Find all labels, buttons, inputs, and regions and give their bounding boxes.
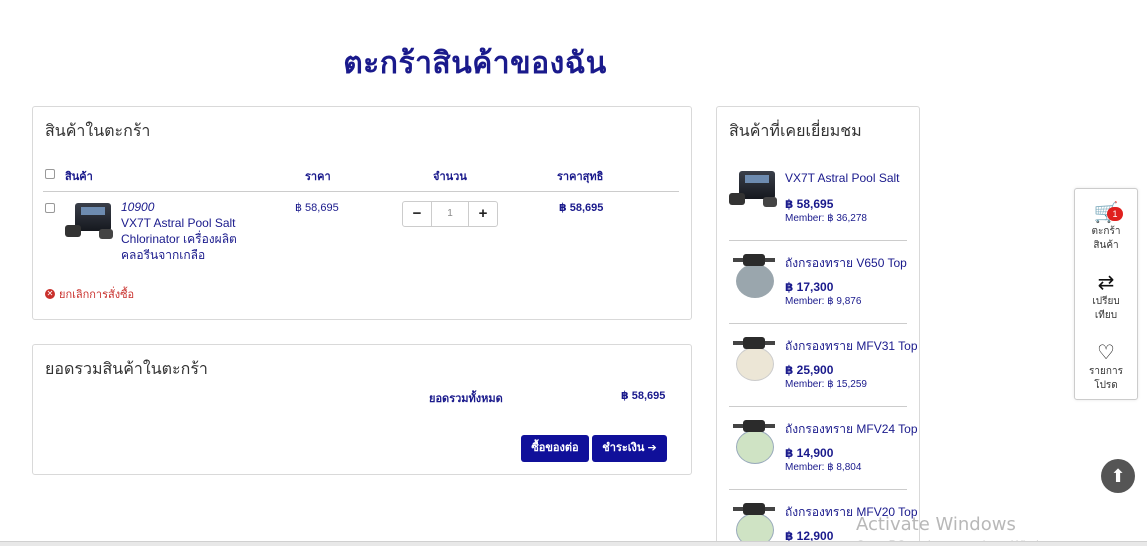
total-label: ยอดรวมทั้งหมด [429, 393, 503, 405]
cart-label-line2: สินค้า [1093, 240, 1119, 251]
recent-product-price: ฿ 25,900 [785, 363, 834, 377]
wishlist-label-line1: รายการ [1089, 366, 1123, 377]
product-code[interactable]: 10900 [121, 200, 154, 214]
recent-member-price: Member: ฿ 36,278 [785, 213, 867, 224]
product-price: ฿ 58,695 [295, 202, 339, 214]
bottom-scrollbar[interactable] [0, 541, 1147, 546]
column-price: ราคา [305, 170, 331, 183]
recent-product-name[interactable]: ถังกรองทราย MFV31 Top [785, 337, 918, 356]
compare-label-line2: เทียบ [1094, 310, 1118, 321]
header-divider [43, 191, 679, 192]
product-thumbnail[interactable] [729, 169, 777, 207]
recent-product-name[interactable]: VX7T Astral Pool Salt [785, 171, 900, 185]
product-thumbnail[interactable] [733, 333, 775, 381]
column-product: สินค้า [65, 170, 93, 183]
recent-product-name[interactable]: ถังกรองทราย V650 Top [785, 254, 907, 273]
product-thumbnail[interactable] [65, 201, 113, 239]
quantity-input[interactable]: 1 [431, 202, 469, 226]
product-thumbnail[interactable] [733, 416, 775, 464]
toolbar-wishlist[interactable]: ♡ รายการ โปรด [1075, 341, 1137, 393]
item-checkbox[interactable] [45, 203, 55, 213]
recent-product-price: ฿ 17,300 [785, 280, 834, 294]
cart-icon: 🛒 [1093, 202, 1119, 224]
toolbar-cart[interactable]: 🛒 1 ตะกร้า สินค้า [1075, 201, 1137, 253]
recently-viewed-panel: สินค้าที่เคยเยี่ยมชม VX7T Astral Pool Sa… [716, 106, 920, 546]
page-title: ตะกร้าสินค้าของฉัน [343, 46, 607, 81]
column-net-price: ราคาสุทธิ [557, 170, 604, 183]
heart-icon: ♡ [1097, 342, 1115, 364]
column-quantity: จำนวน [433, 170, 467, 183]
select-all-checkbox[interactable] [45, 169, 55, 179]
cart-heading: สินค้าในตะกร้า [45, 121, 151, 140]
list-item[interactable]: ถังกรองทราย MFV24 Top ฿ 14,900 Member: ฿… [729, 408, 918, 490]
cart-count-badge: 1 [1107, 207, 1123, 221]
decrease-quantity-button[interactable]: − [403, 202, 431, 226]
recent-member-price: Member: ฿ 15,259 [785, 379, 867, 390]
list-item[interactable]: ถังกรองทราย V650 Top ฿ 17,300 Member: ฿ … [729, 242, 907, 324]
cart-label-line1: ตะกร้า [1091, 226, 1121, 237]
recent-product-price: ฿ 58,695 [785, 197, 834, 211]
recent-member-price: Member: ฿ 8,804 [785, 462, 862, 473]
arrow-up-icon: ⬆ [1110, 466, 1126, 486]
arrow-right-icon: ➔ [647, 442, 657, 454]
quantity-stepper: − 1 + [402, 201, 498, 227]
checkout-label: ชำระเงิน [602, 442, 645, 454]
increase-quantity-button[interactable]: + [469, 202, 497, 226]
recent-product-name[interactable]: ถังกรองทราย MFV24 Top [785, 420, 918, 439]
checkout-button[interactable]: ชำระเงิน ➔ [592, 435, 667, 462]
toolbar-compare[interactable]: ⇄ เปรียบ เทียบ [1075, 271, 1137, 323]
recent-heading: สินค้าที่เคยเยี่ยมชม [729, 121, 862, 140]
continue-shopping-button[interactable]: ซื้อของต่อ [521, 435, 589, 462]
total-value: ฿ 58,695 [621, 390, 666, 402]
wishlist-label-line2: โปรด [1094, 380, 1118, 391]
product-thumbnail[interactable] [733, 499, 775, 546]
side-toolbar: 🛒 1 ตะกร้า สินค้า ⇄ เปรียบ เทียบ ♡ รายกา… [1074, 188, 1138, 400]
scroll-to-top-button[interactable]: ⬆ [1101, 459, 1135, 493]
compare-label-line1: เปรียบ [1092, 296, 1120, 307]
cancel-order-link[interactable]: ✕ ยกเลิกการสั่งซื้อ [45, 285, 134, 303]
activation-watermark-title: Activate Windows [856, 514, 1016, 535]
cart-panel: สินค้าในตะกร้า สินค้า ราคา จำนวน ราคาสุท… [32, 106, 692, 320]
product-net-price: ฿ 58,695 [559, 202, 604, 214]
close-circle-icon: ✕ [45, 289, 55, 299]
summary-panel: ยอดรวมสินค้าในตะกร้า ยอดรวมทั้งหมด ฿ 58,… [32, 344, 692, 475]
cancel-order-label: ยกเลิกการสั่งซื้อ [59, 289, 135, 301]
recent-member-price: Member: ฿ 9,876 [785, 296, 862, 307]
compare-arrows-icon: ⇄ [1097, 272, 1115, 294]
summary-heading: ยอดรวมสินค้าในตะกร้า [45, 359, 208, 378]
product-name[interactable]: VX7T Astral Pool Salt Chlorinator เครื่อ… [121, 215, 261, 263]
recent-product-price: ฿ 14,900 [785, 446, 834, 460]
list-item[interactable]: VX7T Astral Pool Salt ฿ 58,695 Member: ฿… [729, 159, 907, 241]
product-thumbnail[interactable] [733, 250, 775, 298]
list-item[interactable]: ถังกรองทราย MFV31 Top ฿ 25,900 Member: ฿… [729, 325, 918, 407]
